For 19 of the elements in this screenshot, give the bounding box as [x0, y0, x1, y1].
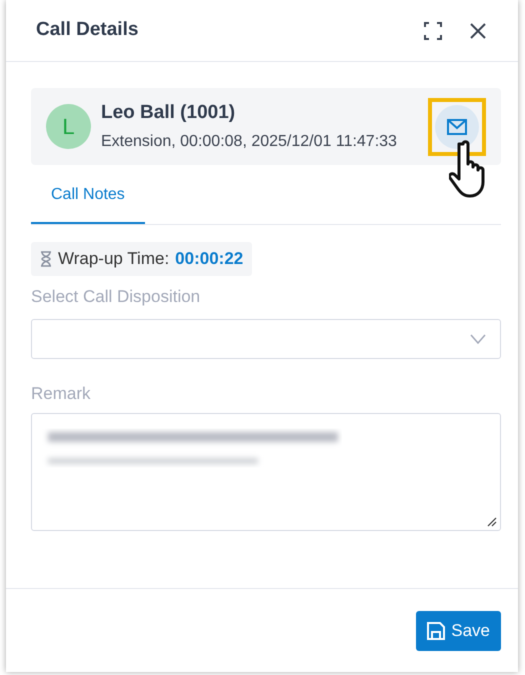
wrap-up-value: 00:00:22 — [175, 248, 244, 270]
save-icon — [427, 622, 446, 640]
dialog-title: Call Details — [36, 18, 138, 42]
chevron-down-icon — [470, 334, 486, 344]
wrap-up-label: Wrap-up Time: — [58, 248, 170, 270]
email-button[interactable] — [435, 104, 479, 148]
fullscreen-button[interactable] — [422, 20, 444, 42]
remark-label: Remark — [31, 383, 92, 405]
close-button[interactable] — [468, 20, 488, 40]
call-notes-tab[interactable]: Call Notes — [31, 171, 145, 224]
call-details: Extension, 00:00:08, 2025/12/01 11:47:33 — [101, 132, 397, 152]
remark-field[interactable] — [31, 412, 501, 530]
contact-name: Leo Ball (1001) — [101, 100, 236, 125]
avatar: L — [46, 104, 91, 149]
hourglass-icon — [40, 250, 52, 267]
save-button[interactable]: Save — [416, 610, 501, 650]
disposition-label: Select Call Disposition — [31, 286, 202, 308]
resize-grip-icon[interactable] — [487, 516, 497, 526]
envelope-icon — [447, 118, 467, 134]
